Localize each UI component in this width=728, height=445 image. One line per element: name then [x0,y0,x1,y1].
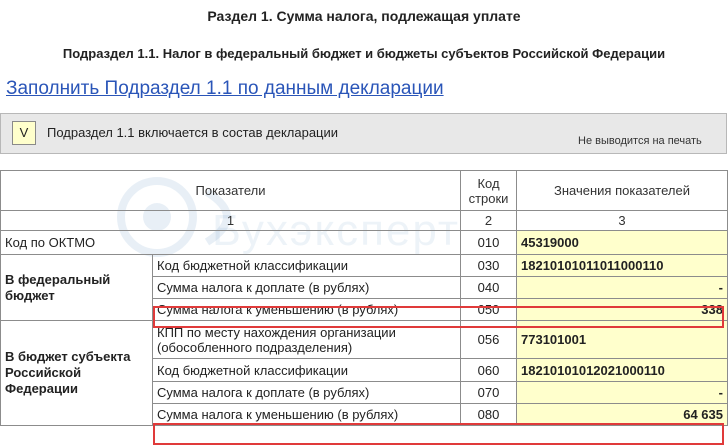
row-label: Сумма налога к доплате (в рублях) [152,276,461,299]
fill-from-declaration-link[interactable]: Заполнить Подраздел 1.1 по данным деклар… [6,78,444,100]
regional-reduction-field[interactable]: 64 635 [516,403,728,426]
section-title: Раздел 1. Сумма налога, подлежащая уплат… [207,8,521,24]
row-label: КПП по месту нахождения организации (обо… [152,320,461,359]
col-number-3: 3 [516,210,728,231]
row-code: 010 [460,230,517,255]
highlight-frame-080 [153,423,724,445]
table-row: В федеральный бюджет Код бюджетной класс… [0,254,728,321]
row-code: 060 [460,358,517,382]
federal-kbk-field[interactable]: 18210101011011000110 [516,254,728,277]
row-label: Сумма налога к уменьшению (в рублях) [152,403,461,426]
row-label: Код бюджетной классификации [152,358,461,382]
row-label: Код по ОКТМО [0,230,461,255]
table-row: В бюджет субъекта Российской Федерации К… [0,320,728,426]
group-regional: В бюджет субъекта Российской Федерации [0,320,153,426]
row-code: 040 [460,276,517,299]
oktmo-value-field[interactable]: 45319000 [516,230,728,255]
row-code: 070 [460,381,517,404]
header-line-code: Код строки [460,170,517,211]
row-code: 050 [460,298,517,321]
regional-surcharge-field[interactable]: - [516,381,728,404]
federal-reduction-field[interactable]: 338 [516,298,728,321]
col-number-2: 2 [460,210,517,231]
col-number-1: 1 [0,210,461,231]
header-values: Значения показателей [516,170,728,211]
row-label: Код бюджетной классификации [152,254,461,277]
kpp-field[interactable]: 773101001 [516,320,728,359]
include-checkbox[interactable]: V [12,121,36,145]
row-code: 056 [460,320,517,359]
table-row: Код по ОКТМО 010 45319000 [0,230,728,255]
group-federal: В федеральный бюджет [0,254,153,321]
row-code: 030 [460,254,517,277]
row-label: Сумма налога к уменьшению (в рублях) [152,298,461,321]
header-indicators: Показатели [0,170,461,211]
subsection-title: Подраздел 1.1. Налог в федеральный бюдже… [62,46,666,61]
regional-kbk-field[interactable]: 18210101012021000110 [516,358,728,382]
federal-surcharge-field[interactable]: - [516,276,728,299]
row-code: 080 [460,403,517,426]
indicators-table: Показатели Код строки Значения показател… [0,170,728,426]
no-print-label: Не выводится на печать [578,135,702,147]
include-label: Подраздел 1.1 включается в состав деклар… [47,125,339,140]
row-label: Сумма налога к доплате (в рублях) [152,381,461,404]
